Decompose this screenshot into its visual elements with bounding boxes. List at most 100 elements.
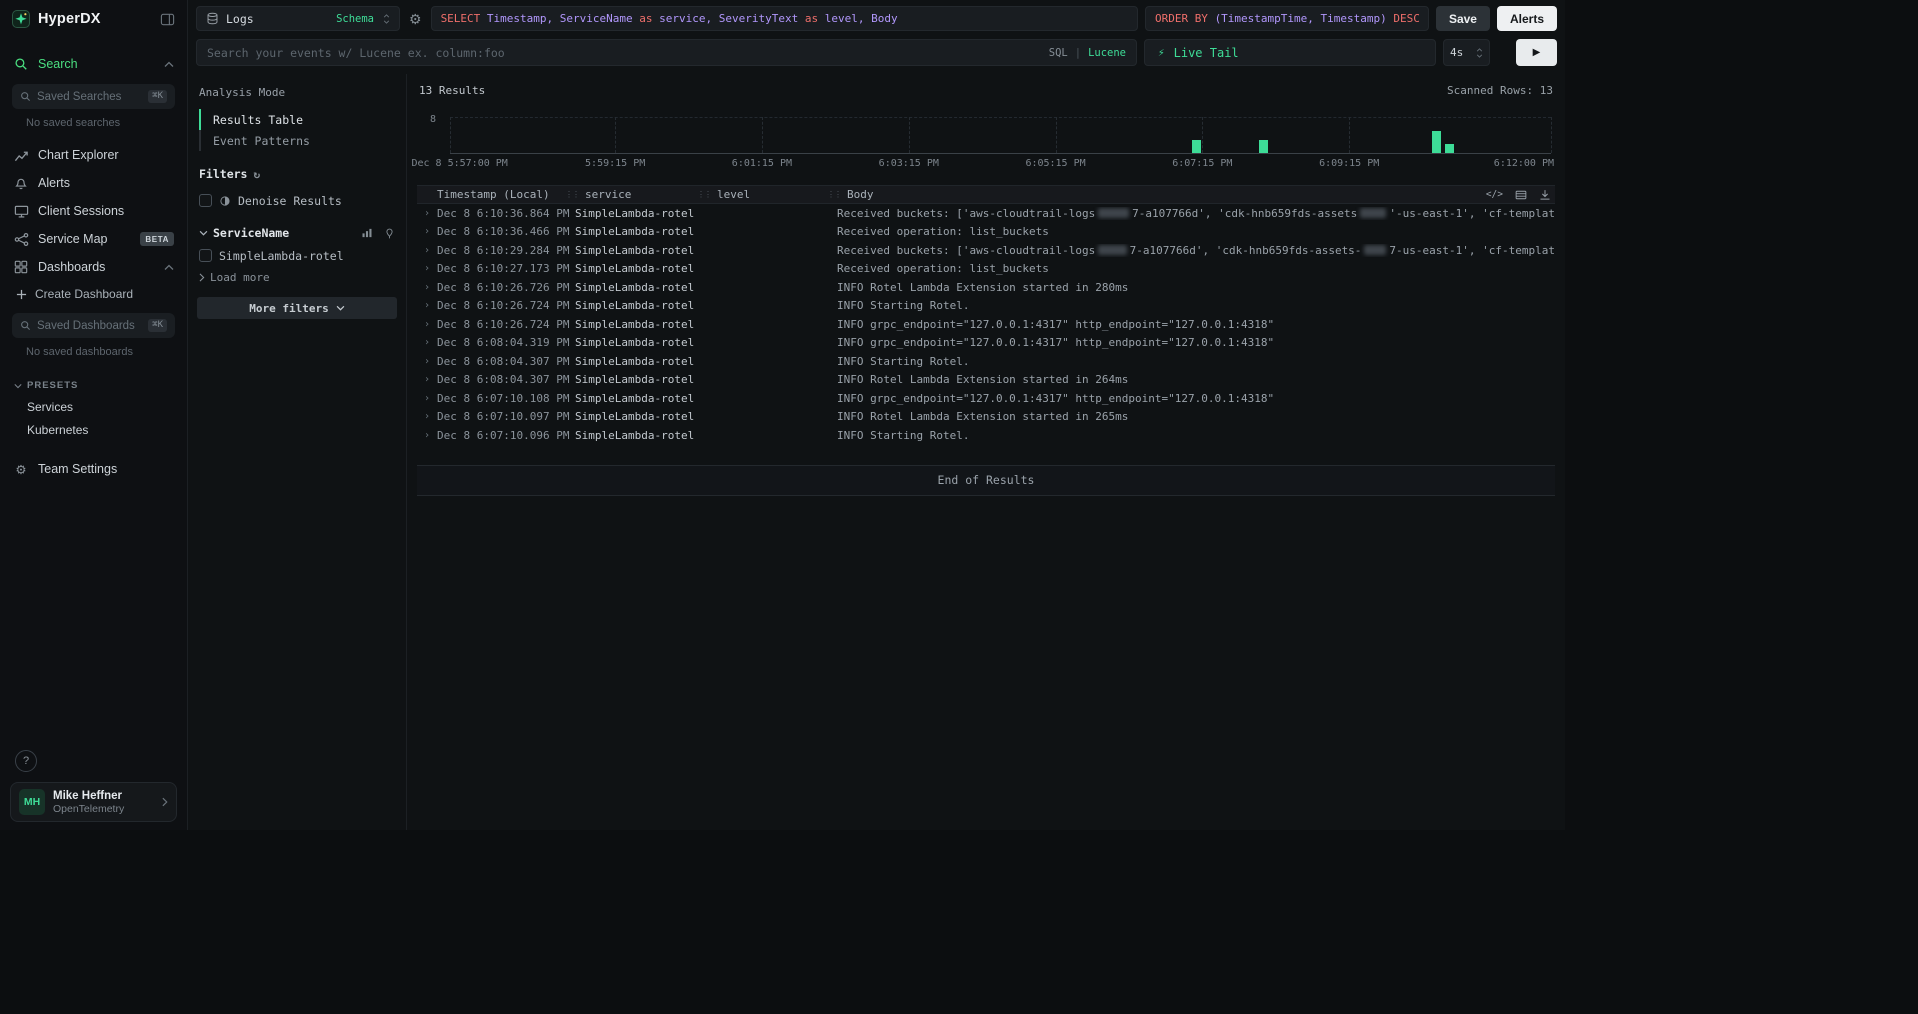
redacted-text [1098, 208, 1129, 218]
preset-services[interactable]: Services [0, 395, 187, 418]
divider: | [1075, 47, 1081, 59]
avatar: MH [19, 789, 45, 815]
view-source-icon[interactable]: </> [1486, 189, 1503, 200]
facet-option-simplelambda-rotel[interactable]: SimpleLambda-rotel [197, 244, 397, 267]
mode-event-patterns[interactable]: Event Patterns [199, 130, 397, 151]
save-button[interactable]: Save [1436, 6, 1490, 31]
histogram-bar[interactable] [1192, 140, 1201, 154]
table-row[interactable]: ›Dec 8 6:10:26.726 PMSimpleLambda-rotelI… [417, 278, 1555, 297]
source-settings-button[interactable]: ⚙ [407, 12, 424, 26]
column-resize-grip-icon[interactable]: ⋮⋮ [827, 190, 841, 199]
column-resize-grip-icon[interactable]: ⋮⋮ [565, 190, 579, 199]
stepper-chevrons-icon[interactable] [1476, 48, 1483, 58]
table-row[interactable]: ›Dec 8 6:08:04.307 PMSimpleLambda-rotelI… [417, 352, 1555, 371]
create-dashboard-button[interactable]: Create Dashboard [0, 281, 187, 307]
column-header-body[interactable]: ⋮⋮ Body </> [837, 188, 1555, 201]
shortcut-badge: ⌘K [148, 319, 167, 332]
sidebar-item-label: Service Map [38, 232, 107, 246]
presets-label: PRESETS [27, 380, 78, 391]
row-expand-icon[interactable]: › [417, 300, 437, 311]
sidebar-item-service-map[interactable]: Service Map BETA [0, 225, 187, 253]
row-expand-icon[interactable]: › [417, 356, 437, 367]
row-expand-icon[interactable]: › [417, 208, 437, 219]
column-header-level[interactable]: ⋮⋮ level [707, 188, 837, 201]
sidebar-item-search[interactable]: Search [0, 50, 187, 78]
row-expand-icon[interactable]: › [417, 374, 437, 385]
download-icon[interactable] [1539, 189, 1551, 201]
row-expand-icon[interactable]: › [417, 430, 437, 441]
row-expand-icon[interactable]: › [417, 319, 437, 330]
run-query-button[interactable]: ▶ [1516, 39, 1557, 66]
refresh-interval-select[interactable]: 4s [1443, 39, 1490, 66]
saved-searches-box[interactable]: ⌘K [12, 84, 175, 109]
column-settings-icon[interactable] [1515, 189, 1527, 201]
alerts-button[interactable]: Alerts [1497, 6, 1557, 31]
table-row[interactable]: ›Dec 8 6:10:27.173 PMSimpleLambda-rotelR… [417, 260, 1555, 279]
checkbox[interactable] [199, 194, 212, 207]
saved-dashboards-input[interactable] [37, 320, 142, 332]
sidebar-item-alerts[interactable]: Alerts [0, 169, 187, 197]
row-expand-icon[interactable]: › [417, 226, 437, 237]
histogram-bar[interactable] [1432, 131, 1441, 154]
live-tail-button[interactable]: ⚡ Live Tail [1144, 39, 1436, 66]
row-expand-icon[interactable]: › [417, 263, 437, 274]
saved-dashboards-box[interactable]: ⌘K [12, 313, 175, 338]
presets-toggle[interactable]: PRESETS [0, 370, 187, 395]
user-menu[interactable]: MH Mike Heffner OpenTelemetry [10, 782, 177, 822]
table-row[interactable]: ›Dec 8 6:10:26.724 PMSimpleLambda-rotelI… [417, 315, 1555, 334]
table-row[interactable]: ›Dec 8 6:07:10.097 PMSimpleLambda-rotelI… [417, 408, 1555, 427]
help-button[interactable]: ? [15, 750, 37, 772]
sidebar-item-client-sessions[interactable]: Client Sessions [0, 197, 187, 225]
column-header-timestamp[interactable]: Timestamp (Local) [437, 188, 575, 201]
sidebar-item-team-settings[interactable]: ⚙ Team Settings [0, 455, 187, 483]
cell-timestamp: Dec 8 6:08:04.307 PM [437, 355, 575, 368]
event-search-input[interactable] [207, 46, 1041, 60]
table-row[interactable]: ›Dec 8 6:10:36.864 PMSimpleLambda-rotelR… [417, 204, 1555, 223]
table-row[interactable]: ›Dec 8 6:07:10.096 PMSimpleLambda-rotelI… [417, 426, 1555, 445]
table-row[interactable]: ›Dec 8 6:10:26.724 PMSimpleLambda-rotelI… [417, 297, 1555, 316]
chevron-right-icon [199, 273, 205, 282]
sidebar-collapse-icon[interactable] [160, 12, 175, 27]
row-expand-icon[interactable]: › [417, 411, 437, 422]
sql-toggle[interactable]: SQL [1049, 47, 1068, 59]
order-by[interactable]: ORDER BY (TimestampTime, Timestamp) DESC [1145, 6, 1429, 31]
histogram-bar[interactable] [1445, 144, 1454, 153]
denoise-checkbox-row[interactable]: Denoise Results [197, 189, 397, 212]
sidebar-item-chart-explorer[interactable]: Chart Explorer [0, 141, 187, 169]
column-header-service[interactable]: ⋮⋮ service [575, 188, 707, 201]
lucene-toggle[interactable]: Lucene [1088, 47, 1126, 59]
row-expand-icon[interactable]: › [417, 337, 437, 348]
results-histogram[interactable]: 8 Dec 8 5:57:00 PM5:59:15 PM6:01:15 PM6:… [417, 113, 1553, 169]
no-saved-searches-text: No saved searches [0, 111, 187, 141]
row-expand-icon[interactable]: › [417, 245, 437, 256]
cell-timestamp: Dec 8 6:10:26.726 PM [437, 281, 575, 294]
schema-link[interactable]: Schema [336, 13, 374, 25]
table-row[interactable]: ›Dec 8 6:10:29.284 PMSimpleLambda-rotelR… [417, 241, 1555, 260]
source-select[interactable]: Logs Schema [196, 6, 400, 31]
table-row[interactable]: ›Dec 8 6:07:10.108 PMSimpleLambda-rotelI… [417, 389, 1555, 408]
facet-servicename[interactable]: ServiceName [197, 222, 397, 244]
cell-service: SimpleLambda-rotel [575, 225, 707, 238]
facet-chart-icon[interactable] [361, 227, 373, 239]
table-row[interactable]: ›Dec 8 6:08:04.307 PMSimpleLambda-rotelI… [417, 371, 1555, 390]
table-row[interactable]: ›Dec 8 6:08:04.319 PMSimpleLambda-rotelI… [417, 334, 1555, 353]
scanned-rows: Scanned Rows: 13 [1447, 84, 1553, 97]
table-row[interactable]: ›Dec 8 6:10:36.466 PMSimpleLambda-rotelR… [417, 223, 1555, 242]
more-filters-button[interactable]: More filters [197, 297, 397, 319]
mode-results-table[interactable]: Results Table [199, 109, 397, 130]
refresh-icon[interactable]: ↻ [253, 169, 260, 180]
app-title: HyperDX [38, 11, 101, 27]
sidebar-item-dashboards[interactable]: Dashboards [0, 253, 187, 281]
pin-icon[interactable] [384, 228, 395, 239]
histogram-bar[interactable] [1259, 140, 1268, 154]
column-resize-grip-icon[interactable]: ⋮⋮ [697, 190, 711, 199]
load-more-button[interactable]: Load more [197, 267, 397, 287]
preset-kubernetes[interactable]: Kubernetes [0, 418, 187, 441]
checkbox[interactable] [199, 249, 212, 262]
event-search[interactable]: SQL | Lucene [196, 39, 1137, 66]
row-expand-icon[interactable]: › [417, 393, 437, 404]
cell-timestamp: Dec 8 6:10:29.284 PM [437, 244, 575, 257]
saved-searches-input[interactable] [37, 91, 142, 103]
select-query[interactable]: SELECT Timestamp, ServiceName as service… [431, 6, 1138, 31]
row-expand-icon[interactable]: › [417, 282, 437, 293]
